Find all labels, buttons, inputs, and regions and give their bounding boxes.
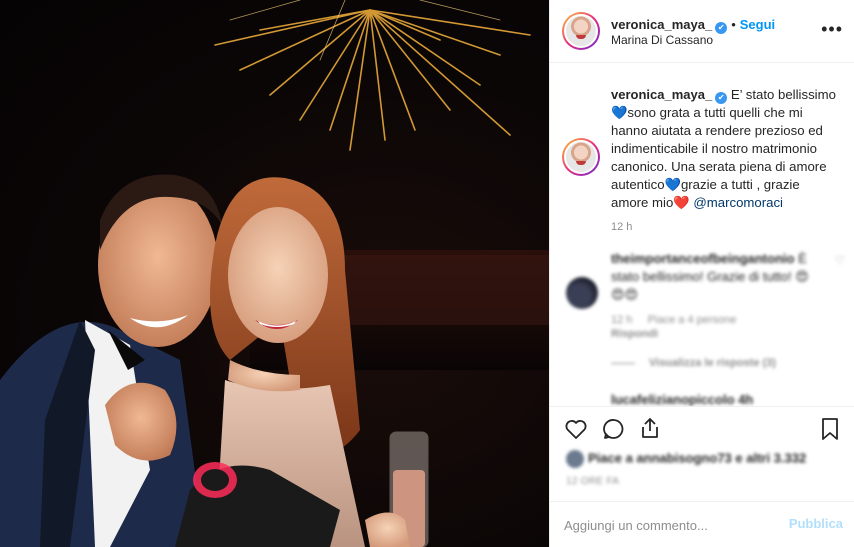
comment-composer: Pubblica [550,501,854,547]
caption-verified-icon: ✔ [715,92,728,104]
verified-badge-icon: ✔ [715,22,728,34]
header-title-row: veronica_maya_ ✔ • Segui [611,16,775,34]
like-comment-heart-icon[interactable]: ♡ [835,254,845,267]
caption-text-1: E’ stato bellissimo [730,87,836,102]
follow-button[interactable]: Segui [740,17,775,32]
comment-icon[interactable] [602,417,626,446]
caption-username[interactable]: veronica_maya_ [611,87,712,102]
reply-button[interactable]: Rispondi [611,328,658,340]
view-replies-button[interactable]: Visualizza le risposte (3) [611,357,776,369]
publish-button[interactable]: Pubblica [789,516,843,531]
red-heart-icon: ❤️ [673,195,690,210]
comments-list[interactable]: veronica_maya_ ✔ E’ stato bellissimo 💙son… [550,64,854,406]
post-date[interactable]: 12 ORE FA [566,476,619,487]
author-username[interactable]: veronica_maya_ [611,17,712,32]
comment-username[interactable]: theimportanceofbeingantonio [611,251,794,266]
comment-time: 12 h [611,314,633,326]
author-avatar[interactable] [562,12,600,50]
caption-author-avatar[interactable] [562,138,600,176]
more-options-icon[interactable]: ••• [821,20,843,38]
separator-dot: • [731,17,736,32]
post-panel: veronica_maya_ ✔ • Segui Marina Di Cassano … [549,0,854,547]
comment-2-username[interactable]: lucafelizianopiccolo 4h [611,392,753,406]
comment-likes[interactable]: Piace a 4 persone [648,314,737,326]
likes-count[interactable]: Piace a annabisogno73 e altri 3.332 [566,450,806,468]
photo-illustration [0,0,549,547]
post-actions: Piace a annabisogno73 e altri 3.332 12 O… [550,406,854,501]
caption: veronica_maya_ ✔ E’ stato bellissimo 💙son… [611,86,836,236]
comment-body: theimportanceofbeingantonio È stato bell… [611,250,821,304]
post-photo[interactable] [0,0,549,547]
post-location[interactable]: Marina Di Cassano [611,33,713,47]
save-bookmark-icon[interactable] [819,417,841,446]
add-comment-input[interactable] [564,514,774,536]
post-header: veronica_maya_ ✔ • Segui Marina Di Cassano … [550,0,854,63]
blue-heart-icon: 💙 [611,105,628,120]
like-heart-icon[interactable] [564,417,588,446]
mention-link[interactable]: @marcomoraci [693,195,783,210]
liker-avatar [566,450,584,468]
commenter-avatar[interactable] [566,277,598,309]
caption-time: 12 h [611,221,633,233]
share-icon[interactable] [638,416,662,445]
blue-heart-icon: 💙 [664,177,681,192]
comment-meta: 12 h Piace a 4 persone [611,314,736,326]
